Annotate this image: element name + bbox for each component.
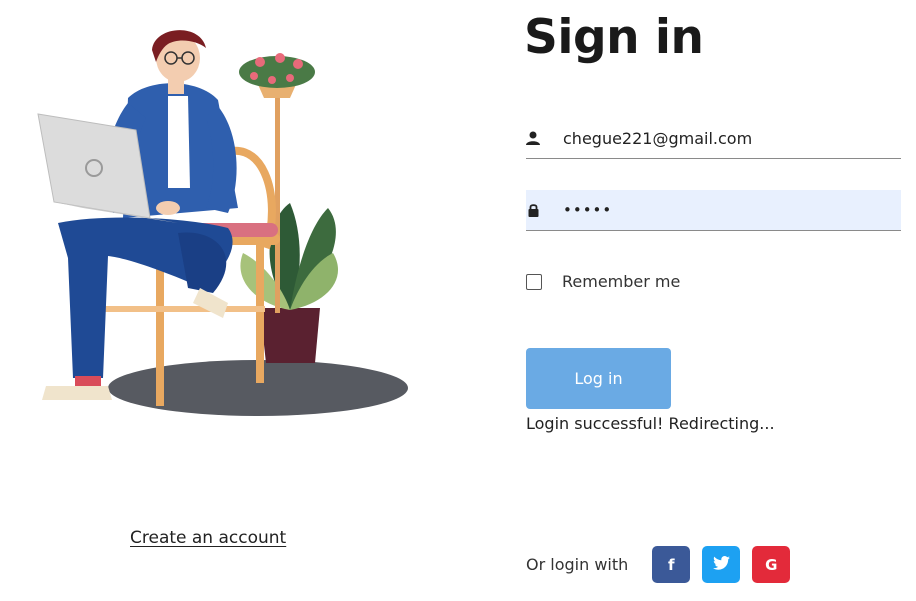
twitter-icon [712,555,730,574]
signin-page: Create an account Sign in Remember me Lo… [0,0,916,601]
social-login: Or login with f G [526,546,802,583]
status-message: Login successful! Redirecting... [526,414,775,433]
email-field[interactable] [526,118,901,159]
twitter-login-button[interactable] [702,546,741,583]
google-login-button[interactable]: G [752,546,791,583]
email-input[interactable] [563,128,883,148]
remember-me-label: Remember me [562,272,681,291]
person-icon [526,130,540,146]
facebook-login-button[interactable]: f [652,546,691,583]
password-input[interactable] [563,201,883,219]
facebook-icon: f [668,555,675,574]
social-login-label: Or login with [526,555,629,574]
remember-me-row[interactable]: Remember me [526,272,680,291]
login-button[interactable]: Log in [526,348,671,409]
password-field[interactable] [526,190,901,231]
page-title: Sign in [524,10,704,65]
google-icon: G [765,555,778,574]
create-account-link[interactable]: Create an account [130,528,286,548]
person-with-laptop-illustration [37,30,408,416]
remember-me-checkbox[interactable] [526,273,542,290]
lock-icon [526,202,540,218]
